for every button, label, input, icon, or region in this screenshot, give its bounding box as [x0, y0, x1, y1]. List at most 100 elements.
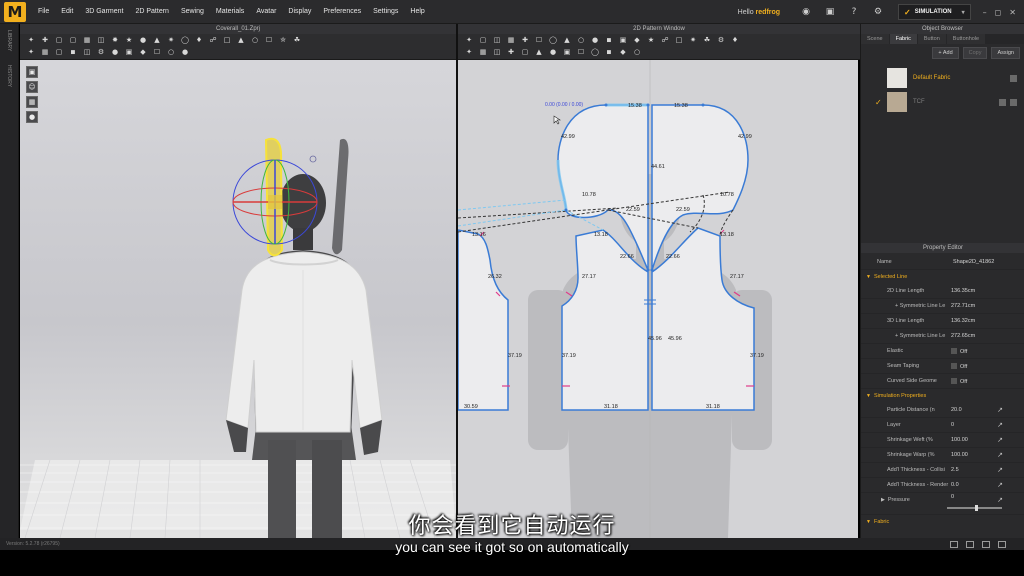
- property-value[interactable]: 0: [951, 494, 954, 500]
- curved-side-toggle[interactable]: Off: [951, 378, 967, 385]
- tool-icon[interactable]: ▦: [506, 36, 516, 45]
- close-icon[interactable]: ✕: [1009, 8, 1016, 17]
- tool-icon[interactable]: ☍: [660, 36, 670, 45]
- tool-icon[interactable]: ⚙: [716, 36, 726, 45]
- tool-icon[interactable]: ▦: [40, 48, 50, 57]
- history-tab[interactable]: HISTORY: [6, 65, 12, 87]
- tool-icon[interactable]: ▲: [534, 48, 544, 57]
- tool-icon[interactable]: ○: [250, 36, 260, 45]
- tool-icon[interactable]: ◾: [604, 36, 614, 45]
- minimize-icon[interactable]: –: [983, 8, 987, 17]
- tool-icon[interactable]: ✷: [166, 36, 176, 45]
- copy-fabric-button[interactable]: Copy: [962, 47, 988, 59]
- tool-icon[interactable]: ▢: [54, 48, 64, 57]
- camera-view-icon[interactable]: ●: [26, 111, 38, 123]
- tool-icon[interactable]: ◆: [138, 48, 148, 57]
- tool-icon[interactable]: ▦: [82, 36, 92, 45]
- menu-materials[interactable]: Materials: [210, 8, 250, 15]
- pin-icon[interactable]: ↗: [997, 451, 1003, 459]
- gear-icon[interactable]: ⚙: [872, 6, 884, 18]
- fabric-menu-icon[interactable]: [1010, 74, 1017, 82]
- menu-file[interactable]: File: [32, 8, 55, 15]
- tool-icon[interactable]: ●: [110, 48, 120, 57]
- menu-display[interactable]: Display: [282, 8, 317, 15]
- property-value[interactable]: 20.0: [951, 407, 962, 413]
- tool-icon[interactable]: ☐: [264, 36, 274, 45]
- tool-icon[interactable]: ✚: [520, 36, 530, 45]
- tool-icon[interactable]: ○: [166, 48, 176, 57]
- tool-icon[interactable]: ▲: [152, 36, 162, 45]
- camera-icon[interactable]: ▣: [824, 6, 836, 18]
- menu-edit[interactable]: Edit: [55, 8, 79, 15]
- tab-fabric[interactable]: Fabric: [889, 34, 917, 44]
- tool-icon[interactable]: ✸: [110, 36, 120, 45]
- menu-preferences[interactable]: Preferences: [317, 8, 367, 15]
- pin-icon[interactable]: ↗: [997, 466, 1003, 474]
- tool-icon[interactable]: ◫: [492, 48, 502, 57]
- tool-icon[interactable]: ☘: [702, 36, 712, 45]
- tool-icon[interactable]: ✷: [688, 36, 698, 45]
- pin-icon[interactable]: ↗: [997, 481, 1003, 489]
- simulation-button[interactable]: ✓ SIMULATION ▾: [898, 4, 971, 20]
- tool-icon[interactable]: ★: [646, 36, 656, 45]
- pin-icon[interactable]: ↗: [997, 436, 1003, 444]
- tool-icon[interactable]: ◯: [180, 36, 190, 45]
- library-tab[interactable]: LIBRARY: [6, 30, 12, 51]
- tool-icon[interactable]: ▢: [478, 36, 488, 45]
- property-value[interactable]: 0.0: [951, 482, 959, 488]
- property-value[interactable]: Shape2D_41862: [953, 259, 994, 265]
- select-icon[interactable]: ✦: [26, 36, 36, 45]
- property-value[interactable]: 0: [951, 422, 954, 428]
- tool-icon[interactable]: ✦: [464, 48, 474, 57]
- help-icon[interactable]: ?: [848, 6, 860, 18]
- tab-buttonhole[interactable]: Buttonhole: [946, 34, 986, 44]
- tool-icon[interactable]: ★: [124, 36, 134, 45]
- tool-icon[interactable]: ☐: [576, 48, 586, 57]
- fabric-menu-icon[interactable]: [1010, 98, 1017, 106]
- tool-icon[interactable]: ◯: [590, 48, 600, 57]
- tool-icon[interactable]: ✦: [464, 36, 474, 45]
- tool-icon[interactable]: ○: [632, 48, 642, 57]
- section-selected-line[interactable]: ▼ Selected Line: [861, 270, 1024, 284]
- tool-icon[interactable]: ○: [576, 36, 586, 45]
- tool-icon[interactable]: ✮: [278, 36, 288, 45]
- fabric-item[interactable]: Default Fabric: [861, 67, 1024, 89]
- menu-sewing[interactable]: Sewing: [175, 8, 210, 15]
- tool-icon[interactable]: ♦: [194, 36, 204, 45]
- seam-taping-toggle[interactable]: Off: [951, 363, 967, 370]
- pin-icon[interactable]: ↗: [997, 406, 1003, 414]
- menu-help[interactable]: Help: [404, 8, 430, 15]
- tool-icon[interactable]: ◯: [548, 36, 558, 45]
- checkbox[interactable]: [951, 363, 957, 369]
- tool-icon[interactable]: ◾: [604, 48, 614, 57]
- tool-icon[interactable]: □: [674, 36, 684, 45]
- tool-icon[interactable]: ▲: [562, 36, 572, 45]
- tab-scene[interactable]: Scene: [861, 34, 889, 44]
- tool-icon[interactable]: ▦: [478, 48, 488, 57]
- 2d-pattern-view[interactable]: 0.00 (0.00 / 0.00) 15.38 15.38 42.99 42.…: [458, 60, 858, 538]
- property-value[interactable]: 100.00: [951, 437, 968, 443]
- tool-icon[interactable]: ●: [548, 48, 558, 57]
- pin-icon[interactable]: ↗: [997, 496, 1003, 504]
- menu-settings[interactable]: Settings: [367, 8, 404, 15]
- tool-icon[interactable]: ●: [180, 48, 190, 57]
- trash-icon[interactable]: [999, 98, 1006, 106]
- tool-icon[interactable]: ▣: [124, 48, 134, 57]
- tool-icon[interactable]: ●: [590, 36, 600, 45]
- checkbox[interactable]: [951, 378, 957, 384]
- menu-2d-pattern[interactable]: 2D Pattern: [129, 8, 174, 15]
- tool-icon[interactable]: ☍: [208, 36, 218, 45]
- tool-icon[interactable]: ◾: [68, 48, 78, 57]
- 3d-viewport[interactable]: ▣ ☺ ▦ ●: [20, 60, 456, 538]
- move-icon[interactable]: ✚: [40, 36, 50, 45]
- tool-icon[interactable]: ▲: [236, 36, 246, 45]
- tool-icon[interactable]: ●: [138, 36, 148, 45]
- pin-icon[interactable]: ✦: [26, 48, 36, 57]
- maximize-icon[interactable]: ◻: [995, 8, 1002, 17]
- menu-3d-garment[interactable]: 3D Garment: [79, 8, 129, 15]
- tool-icon[interactable]: ⚙: [96, 48, 106, 57]
- tool-icon[interactable]: ▣: [618, 36, 628, 45]
- record-icon[interactable]: ◉: [800, 6, 812, 18]
- property-value[interactable]: 100.00: [951, 452, 968, 458]
- add-fabric-button[interactable]: + Add: [932, 47, 959, 59]
